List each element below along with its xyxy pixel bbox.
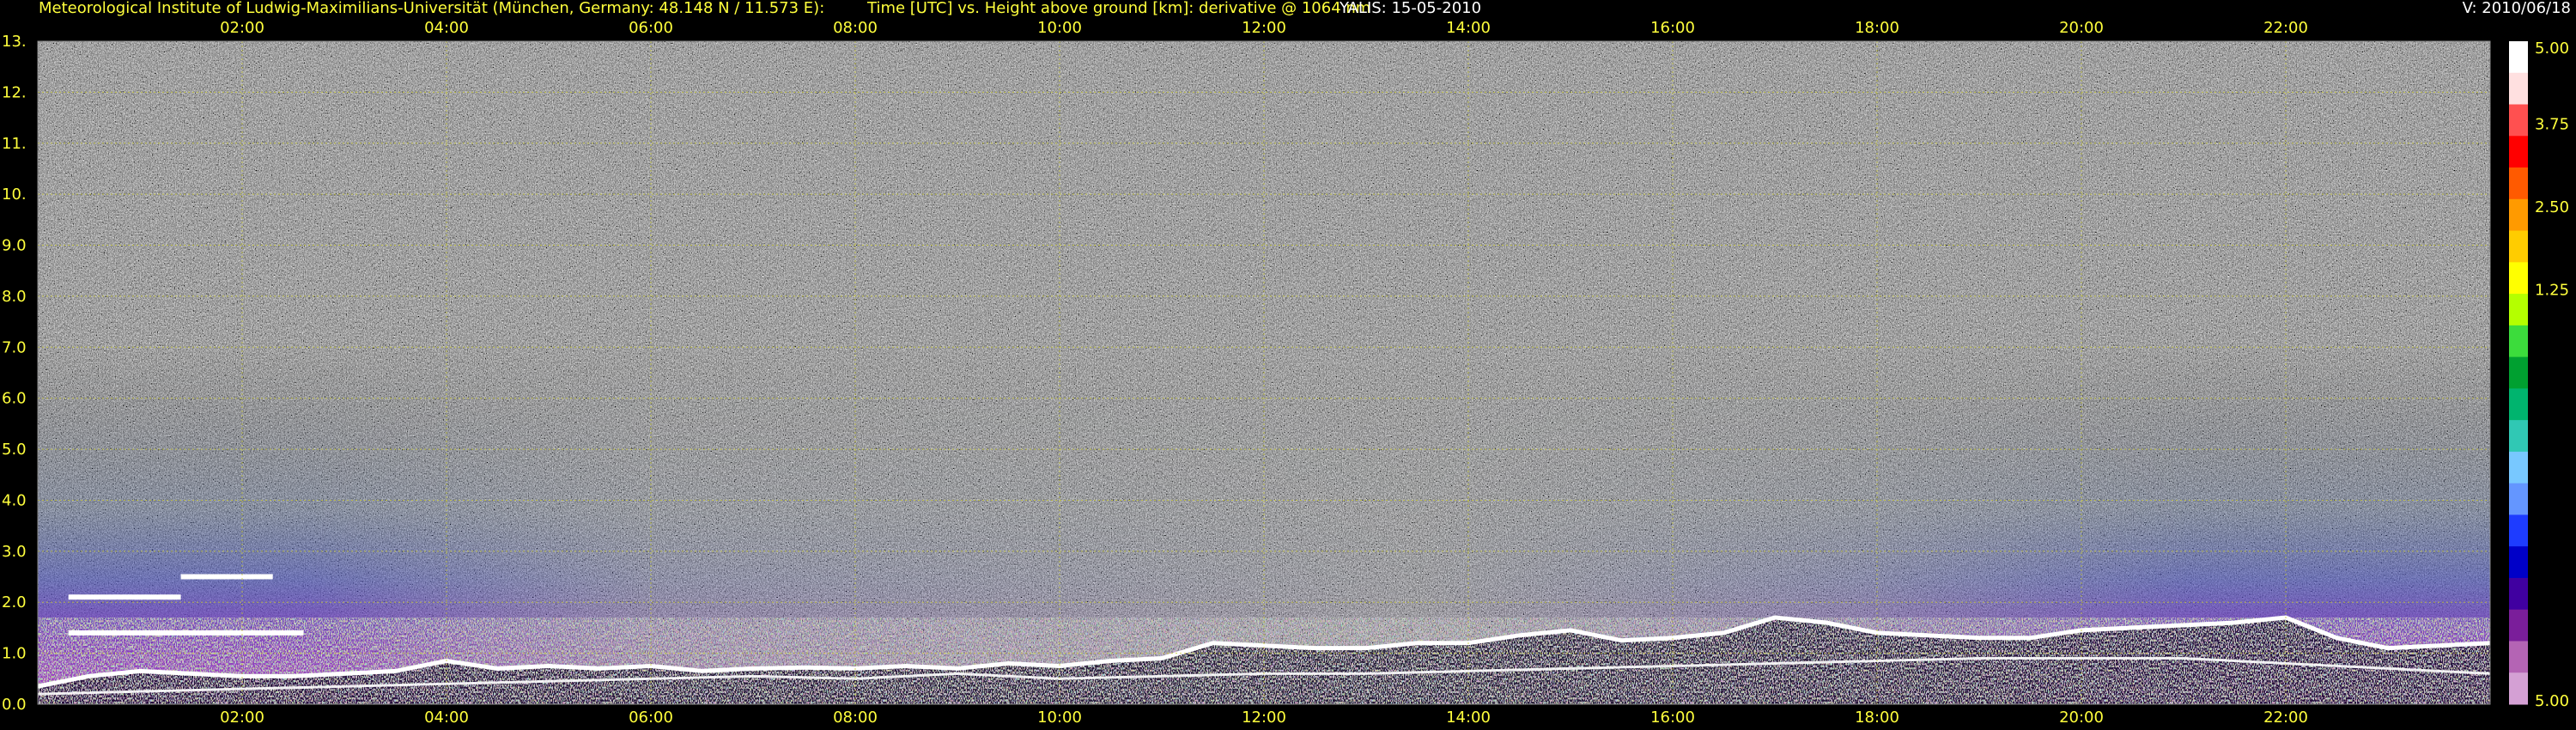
x-tick-label-top: 06:00 (629, 19, 673, 37)
y-tick-label: 9.0 (2, 237, 27, 255)
colorbar: 5.00 3.75 2.50 1.25 5.00 (2509, 40, 2569, 710)
x-tick-label-bottom: 18:00 (1855, 709, 1899, 727)
x-tick-label-top: 20:00 (2059, 19, 2104, 37)
x-tick-label-top: 18:00 (1855, 19, 1899, 37)
y-tick-label: 6.0 (2, 390, 27, 408)
y-tick-label: 10. (2, 186, 27, 204)
x-tick-label-bottom: 08:00 (833, 709, 878, 727)
x-tick-label-bottom: 10:00 (1037, 709, 1082, 727)
y-tick-label: 0.0 (2, 696, 27, 714)
colorbar-swatch (2509, 104, 2528, 137)
x-tick-label-top: 02:00 (220, 19, 264, 37)
y-tick-label: 4.0 (2, 491, 27, 509)
colorbar-swatch (2509, 136, 2528, 168)
colorbar-swatch (2509, 546, 2528, 579)
colorbar-swatch (2509, 41, 2528, 74)
colorbar-tick-label: 2.50 (2535, 198, 2569, 216)
colorbar-swatch (2509, 641, 2528, 673)
y-tick-label: 5.0 (2, 441, 27, 459)
colorbar-tick-label: 3.75 (2535, 116, 2569, 134)
y-tick-label: 2.0 (2, 593, 27, 611)
y-tick-label: 8.0 (2, 288, 27, 306)
y-tick-label: 11. (2, 135, 27, 153)
colorbar-tick-label: 5.00 (2535, 692, 2569, 710)
colorbar-swatch (2509, 577, 2528, 611)
colorbar-swatch (2509, 420, 2528, 453)
x-ticks-bottom: 02:00 04:00 06:00 08:00 10:00 12:00 14:00 16:00… (220, 709, 2308, 727)
colorbar-swatch (2509, 609, 2528, 642)
x-tick-label-bottom: 14:00 (1446, 709, 1491, 727)
colorbar-swatch (2509, 356, 2528, 389)
colorbar-swatch (2509, 451, 2528, 484)
x-tick-label-bottom: 16:00 (1650, 709, 1695, 727)
colorbar-swatch (2509, 72, 2528, 106)
y-tick-label: 7.0 (2, 338, 27, 356)
x-tick-label-top: 12:00 (1242, 19, 1286, 37)
colorbar-swatch (2509, 262, 2528, 295)
x-tick-label-bottom: 06:00 (629, 709, 673, 727)
lidar-chart: 02:00 04:00 06:00 08:00 10:00 12:00 14:00 16:00… (2, 19, 2569, 727)
x-tick-label-bottom: 02:00 (220, 709, 264, 727)
colorbar-tick-label: 5.00 (2535, 40, 2569, 58)
y-tick-label: 12. (2, 83, 27, 101)
colorbar-swatch (2509, 230, 2528, 263)
colorbar-swatch (2509, 325, 2528, 358)
x-tick-label-bottom: 22:00 (2263, 709, 2308, 727)
y-tick-label: 1.0 (2, 645, 27, 663)
x-tick-label-bottom: 20:00 (2059, 709, 2104, 727)
y-ticks: 0.0 1.0 2.0 3.0 4.0 5.0 6.0 7.0 8.0 9.0 10. 11. 12. 1… (2, 33, 27, 714)
colorbar-swatch (2509, 483, 2528, 515)
colorbar-swatch (2509, 167, 2528, 200)
colorbar-swatch (2509, 198, 2528, 232)
x-tick-label-top: 04:00 (424, 19, 469, 37)
x-tick-label-top: 14:00 (1446, 19, 1491, 37)
x-tick-label-bottom: 12:00 (1242, 709, 1286, 727)
x-tick-label-top: 16:00 (1650, 19, 1695, 37)
colorbar-swatch (2509, 294, 2528, 326)
y-tick-label: 3.0 (2, 543, 27, 561)
x-ticks-top: 02:00 04:00 06:00 08:00 10:00 12:00 14:00 16:00… (220, 19, 2308, 37)
colorbar-swatch (2509, 514, 2528, 547)
colorbar-swatch (2509, 672, 2528, 705)
y-tick-label: 13. (2, 33, 27, 51)
x-tick-label-top: 22:00 (2263, 19, 2308, 37)
colorbar-tick-label: 1.25 (2535, 282, 2569, 300)
colorbar-swatch (2509, 388, 2528, 421)
x-tick-label-bottom: 04:00 (424, 709, 469, 727)
x-tick-label-top: 08:00 (833, 19, 878, 37)
x-tick-label-top: 10:00 (1037, 19, 1082, 37)
